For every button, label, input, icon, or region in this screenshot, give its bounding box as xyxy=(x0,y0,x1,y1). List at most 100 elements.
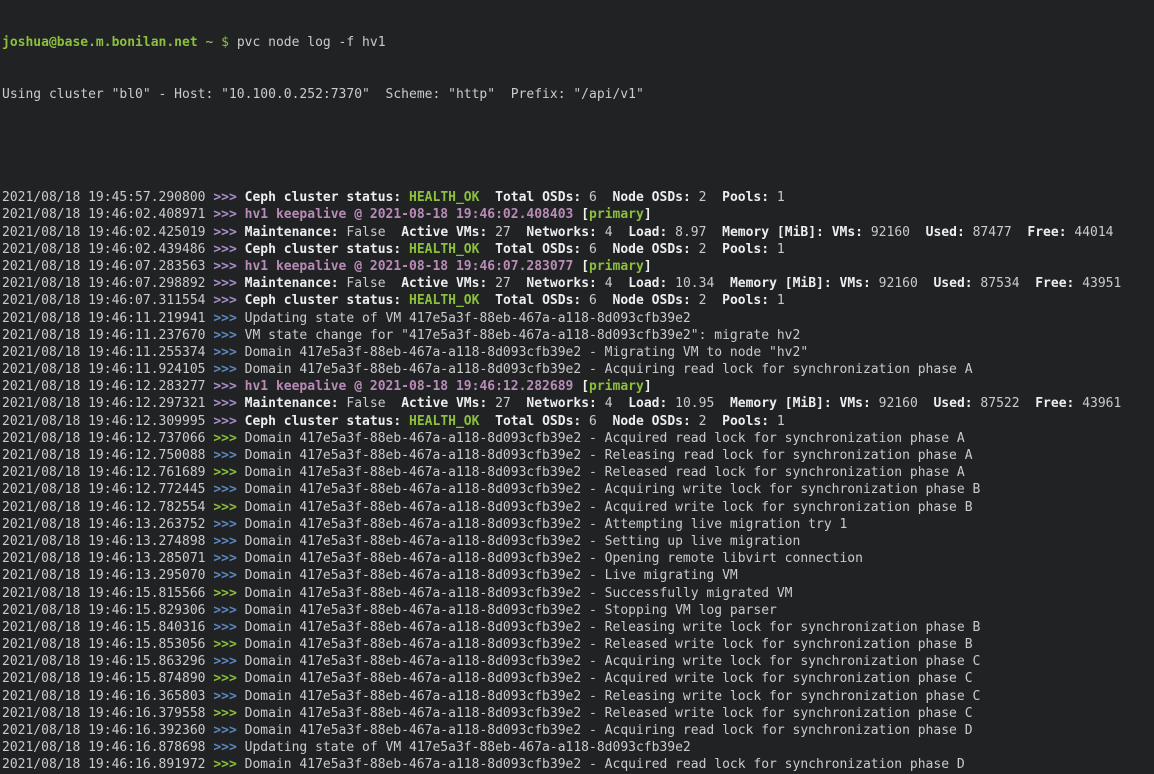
log-text-segment: Networks: xyxy=(526,396,596,411)
log-text-segment: Networks: xyxy=(526,225,596,240)
log-text-segment: 10.34 xyxy=(667,276,730,291)
log-text-segment: 44014 xyxy=(1067,225,1114,240)
log-line: 2021/08/18 19:46:07.283563 >>> hv1 keepa… xyxy=(2,258,1154,275)
log-text-segment: 27 xyxy=(487,225,526,240)
log-text-segment: Node OSDs: xyxy=(613,242,691,257)
log-text-segment: Domain 417e5a3f-88eb-467a-a118-8d093cfb3… xyxy=(245,431,965,446)
log-marker-icon: >>> xyxy=(213,362,244,377)
log-text-segment: VM state change for "417e5a3f-88eb-467a-… xyxy=(245,328,801,343)
log-text-segment: VMs: xyxy=(832,225,863,240)
log-marker-icon: >>> xyxy=(213,190,244,205)
log-text-segment: Active VMs: xyxy=(401,225,487,240)
log-marker-icon: >>> xyxy=(213,242,244,257)
log-timestamp: 2021/08/18 19:46:12.283277 xyxy=(2,379,213,394)
prompt-cwd: ~ xyxy=(198,35,221,50)
log-text-segment: Maintenance: xyxy=(245,276,339,291)
log-line: 2021/08/18 19:46:13.274898 >>> Domain 41… xyxy=(2,533,1154,550)
log-text-segment xyxy=(479,293,495,308)
log-marker-icon: >>> xyxy=(213,586,244,601)
log-line: 2021/08/18 19:46:13.263752 >>> Domain 41… xyxy=(2,516,1154,533)
log-text-segment: Total OSDs: xyxy=(495,293,581,308)
log-text-segment: Ceph cluster status: xyxy=(245,242,402,257)
log-line: 2021/08/18 19:46:15.863296 >>> Domain 41… xyxy=(2,653,1154,670)
log-text-segment: Used: xyxy=(933,396,972,411)
log-text-segment: HEALTH_OK xyxy=(409,293,479,308)
log-text-segment: Domain 417e5a3f-88eb-467a-a118-8d093cfb3… xyxy=(245,689,981,704)
log-text-segment xyxy=(479,242,495,257)
log-marker-icon: >>> xyxy=(213,311,244,326)
log-line: 2021/08/18 19:46:16.365803 >>> Domain 41… xyxy=(2,688,1154,705)
log-marker-icon: >>> xyxy=(213,482,244,497)
log-text-segment: 92160 xyxy=(871,276,934,291)
log-text-segment: Pools: xyxy=(722,414,769,429)
log-timestamp: 2021/08/18 19:45:57.290800 xyxy=(2,190,213,205)
log-line: 2021/08/18 19:46:12.782554 >>> Domain 41… xyxy=(2,499,1154,516)
log-marker-icon: >>> xyxy=(213,225,244,240)
log-text-segment xyxy=(401,293,409,308)
log-marker-icon: >>> xyxy=(213,276,244,291)
log-text-segment: Domain 417e5a3f-88eb-467a-a118-8d093cfb3… xyxy=(245,465,965,480)
log-text-segment: Domain 417e5a3f-88eb-467a-a118-8d093cfb3… xyxy=(245,568,738,583)
log-text-segment: Memory [MiB]: xyxy=(722,225,824,240)
log-text-segment: Domain 417e5a3f-88eb-467a-a118-8d093cfb3… xyxy=(245,706,973,721)
log-timestamp: 2021/08/18 19:46:16.365803 xyxy=(2,689,213,704)
log-text-segment: 2 xyxy=(691,242,722,257)
log-text-segment: 6 xyxy=(581,242,612,257)
log-text-segment: primary xyxy=(589,207,644,222)
log-text-segment: Node OSDs: xyxy=(613,414,691,429)
log-marker-icon: >>> xyxy=(213,293,244,308)
log-text-segment: hv1 keepalive @ 2021-08-18 19:46:07.2830… xyxy=(245,259,574,274)
log-line: 2021/08/18 19:46:02.408971 >>> hv1 keepa… xyxy=(2,206,1154,223)
log-text-segment: HEALTH_OK xyxy=(409,414,479,429)
terminal-window[interactable]: joshua@base.m.bonilan.net ~ $ pvc node l… xyxy=(0,0,1154,774)
log-text-segment: 87534 xyxy=(973,276,1036,291)
log-text-segment: 10.95 xyxy=(667,396,730,411)
log-text-segment xyxy=(824,225,832,240)
log-text-segment: Memory [MiB]: xyxy=(730,276,832,291)
log-text-segment: 43951 xyxy=(1074,276,1121,291)
log-text-segment: Pools: xyxy=(722,190,769,205)
log-timestamp: 2021/08/18 19:46:16.392360 xyxy=(2,723,213,738)
log-text-segment: Total OSDs: xyxy=(495,414,581,429)
log-text-segment: 1 xyxy=(769,242,785,257)
log-timestamp: 2021/08/18 19:46:12.737066 xyxy=(2,431,213,446)
log-timestamp: 2021/08/18 19:46:13.263752 xyxy=(2,517,213,532)
log-line: 2021/08/18 19:46:15.829306 >>> Domain 41… xyxy=(2,602,1154,619)
log-text-segment: 4 xyxy=(597,396,628,411)
log-text-segment: 4 xyxy=(597,225,628,240)
log-marker-icon: >>> xyxy=(213,379,244,394)
log-text-segment: Domain 417e5a3f-88eb-467a-a118-8d093cfb3… xyxy=(245,757,965,772)
log-text-segment: 87477 xyxy=(965,225,1028,240)
log-timestamp: 2021/08/18 19:46:16.891972 xyxy=(2,757,213,772)
log-text-segment: Domain 417e5a3f-88eb-467a-a118-8d093cfb3… xyxy=(245,603,777,618)
log-timestamp: 2021/08/18 19:46:11.237670 xyxy=(2,328,213,343)
log-marker-icon: >>> xyxy=(213,396,244,411)
log-line: 2021/08/18 19:46:15.874890 >>> Domain 41… xyxy=(2,670,1154,687)
log-line: 2021/08/18 19:46:13.295070 >>> Domain 41… xyxy=(2,567,1154,584)
log-timestamp: 2021/08/18 19:46:13.285071 xyxy=(2,551,213,566)
log-text-segment: Used: xyxy=(933,276,972,291)
log-text-segment: Domain 417e5a3f-88eb-467a-a118-8d093cfb3… xyxy=(245,586,793,601)
log-timestamp: 2021/08/18 19:46:07.298892 xyxy=(2,276,213,291)
log-text-segment: 4 xyxy=(597,276,628,291)
log-line: 2021/08/18 19:45:57.290800 >>> Ceph clus… xyxy=(2,189,1154,206)
log-text-segment: 27 xyxy=(487,396,526,411)
log-timestamp: 2021/08/18 19:46:11.924105 xyxy=(2,362,213,377)
log-text-segment: 1 xyxy=(769,414,785,429)
log-timestamp: 2021/08/18 19:46:13.295070 xyxy=(2,568,213,583)
log-text-segment: Free: xyxy=(1035,396,1074,411)
prompt-symbol: $ xyxy=(221,35,237,50)
log-text-segment: Domain 417e5a3f-88eb-467a-a118-8d093cfb3… xyxy=(245,345,809,360)
log-text-segment: HEALTH_OK xyxy=(409,190,479,205)
log-text-segment: Load: xyxy=(628,396,667,411)
log-line: 2021/08/18 19:46:11.255374 >>> Domain 41… xyxy=(2,344,1154,361)
log-marker-icon: >>> xyxy=(213,551,244,566)
log-text-segment: 87522 xyxy=(973,396,1036,411)
log-text-segment: [ xyxy=(581,379,589,394)
log-timestamp: 2021/08/18 19:46:15.853056 xyxy=(2,637,213,652)
log-text-segment: Total OSDs: xyxy=(495,242,581,257)
log-timestamp: 2021/08/18 19:46:15.829306 xyxy=(2,603,213,618)
log-line: 2021/08/18 19:46:07.298892 >>> Maintenan… xyxy=(2,275,1154,292)
log-marker-icon: >>> xyxy=(213,723,244,738)
log-marker-icon: >>> xyxy=(213,757,244,772)
